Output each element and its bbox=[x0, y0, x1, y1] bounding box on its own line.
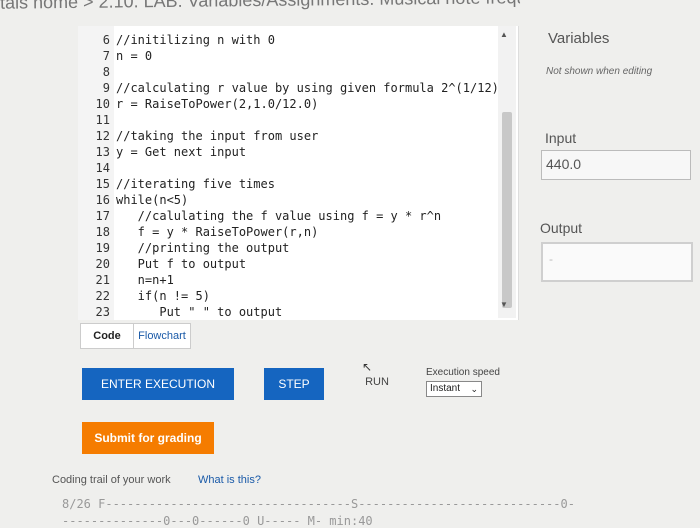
code-text[interactable]: //initilizing n with 0 bbox=[116, 33, 275, 47]
line-number: 19 bbox=[95, 241, 110, 255]
line-number: 12 bbox=[95, 129, 110, 143]
breadcrumb[interactable]: tals home > 2.10. LAB: Variables/Assignm… bbox=[0, 0, 520, 15]
execution-speed-label: Execution speed bbox=[426, 367, 500, 378]
scroll-down-arrow-icon[interactable]: ▼ bbox=[500, 300, 508, 309]
output-label: Output bbox=[540, 220, 583, 236]
line-number: 22 bbox=[95, 289, 110, 303]
code-text[interactable]: while(n<5) bbox=[116, 193, 188, 207]
code-line[interactable]: 15 //iterating five times bbox=[84, 176, 275, 192]
output-field: - bbox=[541, 242, 693, 282]
input-label: Input bbox=[545, 130, 577, 146]
code-line[interactable]: 18 f = y * RaiseToPower(r,n) bbox=[84, 224, 319, 240]
coding-trail-line-1: 8/26 F----------------------------------… bbox=[62, 497, 575, 511]
code-text[interactable]: //printing the output bbox=[116, 241, 290, 255]
code-line[interactable]: 12 //taking the input from user bbox=[84, 128, 319, 144]
tab-code[interactable]: Code bbox=[80, 323, 134, 349]
what-is-this-link[interactable]: What is this? bbox=[198, 474, 261, 486]
variables-title: Variables bbox=[548, 30, 610, 47]
line-number: 13 bbox=[95, 145, 110, 159]
code-text[interactable]: //calulating the f value using f = y * r… bbox=[116, 209, 441, 223]
code-line[interactable]: 6 //initilizing n with 0 bbox=[84, 32, 275, 48]
enter-execution-button[interactable]: ENTER EXECUTION bbox=[82, 368, 234, 400]
tab-flowchart[interactable]: Flowchart bbox=[133, 323, 191, 349]
line-number: 17 bbox=[95, 209, 110, 223]
code-line[interactable]: 13 y = Get next input bbox=[84, 144, 247, 160]
code-line[interactable]: 10 r = RaiseToPower(2,1.0/12.0) bbox=[84, 96, 319, 112]
line-number: 11 bbox=[95, 113, 110, 127]
line-number: 9 bbox=[102, 81, 110, 95]
code-line[interactable]: 9 //calculating r value by using given fo… bbox=[84, 80, 499, 96]
line-number: 15 bbox=[95, 177, 110, 191]
coding-trail-title: Coding trail of your work bbox=[52, 474, 171, 486]
code-text[interactable]: f = y * RaiseToPower(r,n) bbox=[116, 225, 319, 239]
run-button[interactable]: RUN bbox=[360, 368, 394, 396]
line-number: 7 bbox=[102, 49, 110, 63]
step-button[interactable]: STEP bbox=[264, 368, 324, 400]
chevron-down-icon: ⌄ bbox=[470, 384, 478, 394]
execution-speed-value: Instant bbox=[430, 383, 461, 394]
code-line[interactable]: 17 //calulating the f value using f = y … bbox=[84, 208, 442, 224]
line-number: 14 bbox=[95, 161, 110, 175]
line-number: 23 bbox=[95, 305, 110, 319]
code-text[interactable]: n = 0 bbox=[116, 49, 152, 63]
variables-note: Not shown when editing bbox=[546, 66, 653, 77]
line-number: 21 bbox=[95, 273, 110, 287]
code-line[interactable]: 8 bbox=[84, 64, 116, 80]
code-line[interactable]: 19 //printing the output bbox=[84, 240, 290, 256]
input-field[interactable]: 440.0 bbox=[541, 150, 691, 180]
line-number: 18 bbox=[95, 225, 110, 239]
code-line[interactable]: 20 Put f to output bbox=[84, 256, 247, 272]
code-line[interactable]: 16 while(n<5) bbox=[84, 192, 189, 208]
code-line[interactable]: 14 bbox=[84, 160, 116, 176]
code-text[interactable]: //calculating r value by using given for… bbox=[116, 81, 499, 95]
line-number: 10 bbox=[95, 97, 110, 111]
code-line[interactable]: 22 if(n != 5) bbox=[84, 288, 210, 304]
code-line[interactable]: 21 n=n+1 bbox=[84, 272, 174, 288]
code-line[interactable]: 23 Put " " to output bbox=[84, 304, 283, 320]
code-text[interactable]: y = Get next input bbox=[116, 145, 246, 159]
code-text[interactable]: Put f to output bbox=[116, 257, 246, 271]
code-text[interactable]: if(n != 5) bbox=[116, 289, 210, 303]
code-line[interactable]: 11 bbox=[84, 112, 116, 128]
code-text[interactable]: n=n+1 bbox=[116, 273, 174, 287]
submit-for-grading-button[interactable]: Submit for grading bbox=[82, 422, 214, 454]
line-number: 8 bbox=[102, 65, 110, 79]
line-number: 20 bbox=[95, 257, 110, 271]
line-number: 16 bbox=[95, 193, 110, 207]
code-text[interactable]: //iterating five times bbox=[116, 177, 275, 191]
line-number: 6 bbox=[102, 33, 110, 47]
editor-scrollbar-thumb[interactable] bbox=[502, 112, 512, 308]
code-editor[interactable]: 6 //initilizing n with 0 7 n = 0 8 9 //calcula… bbox=[78, 26, 519, 320]
execution-speed-select[interactable]: Instant ⌄ bbox=[426, 381, 482, 397]
code-line[interactable]: 7 n = 0 bbox=[84, 48, 152, 64]
code-text[interactable]: //taking the input from user bbox=[116, 129, 318, 143]
code-text[interactable]: r = RaiseToPower(2,1.0/12.0) bbox=[116, 97, 318, 111]
output-value: - bbox=[549, 252, 553, 266]
code-text[interactable]: Put " " to output bbox=[116, 305, 282, 319]
scroll-up-arrow-icon[interactable]: ▲ bbox=[500, 30, 508, 39]
